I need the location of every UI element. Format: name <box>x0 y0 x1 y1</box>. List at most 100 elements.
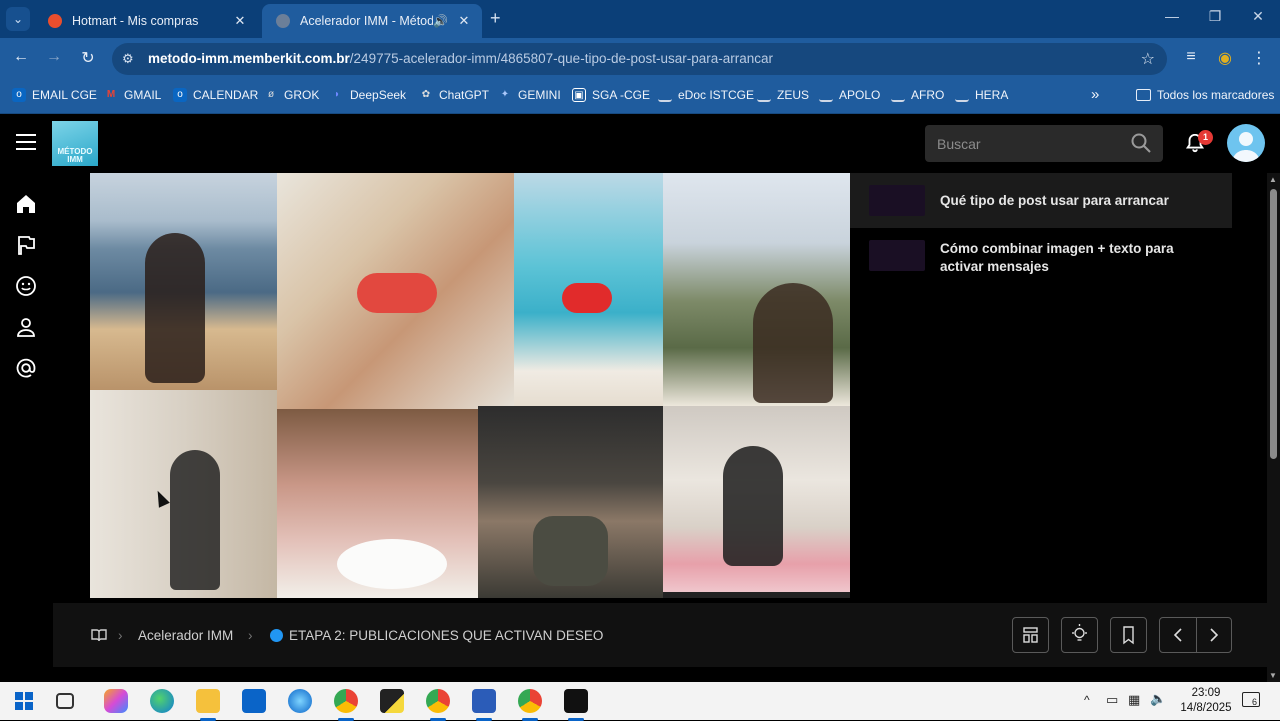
lesson-item-active[interactable]: Qué tipo de post usar para arrancar <box>850 173 1232 228</box>
bookmark-zeus[interactable]: ZEUS <box>757 88 809 102</box>
tab-close-icon[interactable]: ✕ <box>230 13 250 29</box>
collage-photo-gym <box>478 406 663 598</box>
lightbulb-icon <box>1072 624 1087 641</box>
breadcrumb-section[interactable]: ETAPA 2: PUBLICACIONES QUE ACTIVAN DESEO <box>289 628 603 643</box>
scroll-down-icon[interactable]: ▼ <box>1269 671 1277 680</box>
all-bookmarks-folder[interactable]: Todos los marcadores <box>1136 88 1274 102</box>
windows-start-icon[interactable] <box>12 689 36 713</box>
bookmark-lesson-button[interactable] <box>1110 617 1147 653</box>
notification-center-icon[interactable]: 6 <box>1242 692 1260 707</box>
network-icon[interactable]: ▦ <box>1128 692 1140 708</box>
word-icon[interactable] <box>472 689 496 721</box>
hamburger-menu-icon[interactable] <box>16 134 36 155</box>
bookmark-label: CALENDAR <box>193 88 259 102</box>
task-view-icon[interactable] <box>56 693 74 709</box>
copilot-icon[interactable] <box>104 689 128 713</box>
bookmark-afro[interactable]: AFRO <box>891 88 944 102</box>
url-domain: metodo-imm.memberkit.com.br <box>148 51 350 66</box>
breadcrumb-course[interactable]: Acelerador IMM <box>138 628 233 643</box>
user-avatar[interactable] <box>1227 124 1265 162</box>
url-path: /249775-acelerador-imm/4865807-que-tipo-… <box>349 51 774 66</box>
edge-icon[interactable] <box>150 689 174 713</box>
tab-close-icon[interactable]: ✕ <box>454 13 474 29</box>
clock-time: 23:09 <box>1191 687 1221 699</box>
bookmark-label: HERA <box>975 88 1009 102</box>
search-input[interactable]: Buscar <box>925 125 1163 162</box>
tray-overflow-icon[interactable]: ^ <box>1084 693 1090 707</box>
chrome-menu-icon[interactable]: ⋮ <box>1248 48 1270 68</box>
window-close-icon[interactable]: ✕ <box>1243 8 1273 25</box>
bookmark-gemini[interactable]: ✦ GEMINI <box>498 88 561 102</box>
memberkit-favicon-icon <box>276 14 290 28</box>
bookmark-sga-cge[interactable]: ▣ SGA -CGE <box>572 88 650 102</box>
bookmark-chatgpt[interactable]: ✿ ChatGPT <box>419 88 489 102</box>
layout-toggle-button[interactable] <box>1012 617 1049 653</box>
section-dot-icon <box>270 629 283 642</box>
bookmark-label: ChatGPT <box>439 88 490 102</box>
minimize-icon[interactable]: — <box>1157 8 1187 24</box>
course-logo[interactable]: MÉTODO IMM <box>52 121 98 166</box>
smiley-icon[interactable] <box>14 274 38 298</box>
bookmark-label: DeepSeek <box>350 88 407 102</box>
chrome-alt-icon[interactable] <box>518 689 542 721</box>
user-profile-icon[interactable] <box>14 315 38 339</box>
bookmark-label: Todos los marcadores <box>1157 88 1275 102</box>
media-controls-icon[interactable]: ≡ <box>1180 48 1202 66</box>
page-scrollbar[interactable]: ▲ ▼ <box>1267 173 1280 682</box>
chevron-left-icon <box>1173 628 1182 642</box>
file-explorer-icon[interactable] <box>196 689 220 721</box>
bookmark-label: GMAIL <box>124 88 162 102</box>
ndi-icon[interactable] <box>564 689 588 721</box>
chrome-profile-icon[interactable] <box>426 689 450 721</box>
collage-photo-bedroom-rug <box>663 406 850 592</box>
hera-icon <box>955 88 969 102</box>
lesson-image-collage[interactable] <box>90 173 850 598</box>
site-info-icon[interactable]: ⚙ <box>122 51 134 67</box>
search-icon[interactable] <box>1129 131 1153 155</box>
extension-icon[interactable]: ◉ <box>1214 48 1236 68</box>
bookmark-hera[interactable]: HERA <box>955 88 1008 102</box>
lesson-title: Qué tipo de post usar para arrancar <box>940 193 1169 208</box>
bookmark-apolo[interactable]: APOLO <box>819 88 880 102</box>
outlook-icon[interactable] <box>242 689 266 713</box>
tab-audio-icon[interactable]: 🔊 <box>433 14 448 28</box>
bookmark-calendar[interactable]: o CALENDAR <box>173 88 258 102</box>
reload-icon[interactable]: ↻ <box>77 48 99 68</box>
tab-acelerador-imm[interactable]: Acelerador IMM - Método IMM 🔊 ✕ <box>262 4 482 38</box>
scroll-up-icon[interactable]: ▲ <box>1269 175 1277 184</box>
bookmarks-overflow-button[interactable]: » <box>1091 86 1099 103</box>
sync-app-icon[interactable] <box>288 689 312 713</box>
tab-hotmart[interactable]: Hotmart - Mis compras ✕ <box>34 4 258 38</box>
bookmark-deepseek[interactable]: ◗ DeepSeek <box>330 88 406 102</box>
at-sign-icon[interactable] <box>14 356 38 380</box>
bookmark-gmail[interactable]: M GMAIL <box>104 88 162 102</box>
meet-now-icon[interactable]: ▭ <box>1106 692 1118 708</box>
book-icon[interactable] <box>91 628 107 642</box>
chrome-icon[interactable] <box>334 689 358 721</box>
scrollbar-thumb[interactable] <box>1270 189 1277 459</box>
forward-arrow-icon[interactable]: → <box>43 48 65 66</box>
breadcrumb-bar: › Acelerador IMM › ETAPA 2: PUBLICACIONE… <box>53 603 1267 667</box>
address-bar[interactable]: ⚙ metodo-imm.memberkit.com.br/249775-ace… <box>112 43 1167 75</box>
notes-app-icon[interactable] <box>380 689 404 713</box>
bookmark-grok[interactable]: ø GROK <box>264 88 319 102</box>
system-clock[interactable]: 23:09 14/8/2025 <box>1174 686 1238 716</box>
hotmart-favicon-icon <box>48 14 62 28</box>
bookmark-icon <box>1123 626 1134 645</box>
bookmark-email-cge[interactable]: o EMAIL CGE <box>12 88 97 102</box>
bookmark-edoc-istcge[interactable]: eDoc ISTCGE <box>658 88 754 102</box>
new-tab-button[interactable]: + <box>490 8 501 29</box>
gemini-icon: ✦ <box>500 89 510 100</box>
flag-icon[interactable] <box>14 233 38 257</box>
back-arrow-icon[interactable]: ← <box>10 48 32 66</box>
lesson-item[interactable]: Cómo combinar imagen + texto para activa… <box>850 228 1232 288</box>
volume-icon[interactable]: 🔈 <box>1150 691 1166 707</box>
tab-search-chevron-icon[interactable]: ⌄ <box>6 7 30 31</box>
home-icon[interactable] <box>14 192 38 216</box>
chevron-right-icon[interactable] <box>1206 626 1222 644</box>
previous-lesson-button[interactable] <box>1159 617 1232 653</box>
tab-title: Acelerador IMM - Método IMM <box>300 14 434 28</box>
bookmark-star-icon[interactable]: ☆ <box>1141 49 1155 69</box>
lightbulb-button[interactable] <box>1061 617 1098 653</box>
restore-icon[interactable]: ❐ <box>1200 8 1230 25</box>
